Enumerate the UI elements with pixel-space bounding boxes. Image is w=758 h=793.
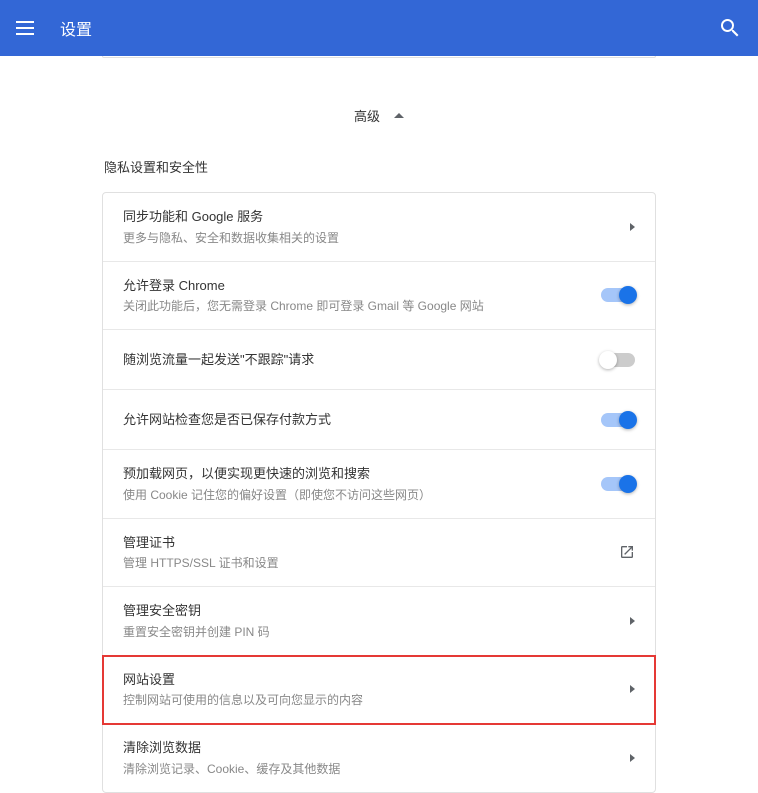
toggle-switch[interactable]	[601, 353, 635, 367]
row-title: 管理证书	[123, 533, 607, 553]
chevron-right-icon	[630, 617, 635, 625]
row-text: 管理安全密钥重置安全密钥并创建 PIN 码	[123, 601, 618, 641]
row-text: 清除浏览数据清除浏览记录、Cookie、缓存及其他数据	[123, 738, 618, 778]
row-text: 允许登录 Chrome关闭此功能后，您无需登录 Chrome 即可登录 Gmai…	[123, 276, 589, 316]
advanced-toggle[interactable]: 高级	[0, 106, 758, 125]
row-subtitle: 更多与隐私、安全和数据收集相关的设置	[123, 229, 618, 247]
row-subtitle: 清除浏览记录、Cookie、缓存及其他数据	[123, 760, 618, 778]
settings-row[interactable]: 网站设置控制网站可使用的信息以及可向您显示的内容	[103, 656, 655, 725]
content-area: 高级 隐私设置和安全性 同步功能和 Google 服务更多与隐私、安全和数据收集…	[0, 56, 758, 793]
toggle-switch[interactable]	[601, 288, 635, 302]
toggle-switch[interactable]	[601, 413, 635, 427]
advanced-label: 高级	[354, 106, 380, 125]
settings-row[interactable]: 允许网站检查您是否已保存付款方式	[103, 390, 655, 450]
settings-row[interactable]: 管理证书管理 HTTPS/SSL 证书和设置	[103, 519, 655, 588]
row-text: 同步功能和 Google 服务更多与隐私、安全和数据收集相关的设置	[123, 207, 618, 247]
chevron-right-icon	[630, 223, 635, 231]
app-header: 设置	[0, 0, 758, 56]
privacy-section: 隐私设置和安全性 同步功能和 Google 服务更多与隐私、安全和数据收集相关的…	[102, 157, 656, 793]
search-icon[interactable]	[718, 16, 742, 40]
toggle-switch[interactable]	[601, 477, 635, 491]
row-text: 管理证书管理 HTTPS/SSL 证书和设置	[123, 533, 607, 573]
page-title: 设置	[60, 16, 718, 40]
chevron-right-icon	[630, 754, 635, 762]
row-title: 随浏览流量一起发送"不跟踪"请求	[123, 350, 589, 370]
row-title: 预加载网页，以便实现更快速的浏览和搜索	[123, 464, 589, 484]
previous-card-edge	[102, 56, 656, 58]
settings-row[interactable]: 随浏览流量一起发送"不跟踪"请求	[103, 330, 655, 390]
settings-row[interactable]: 清除浏览数据清除浏览记录、Cookie、缓存及其他数据	[103, 724, 655, 792]
row-title: 允许登录 Chrome	[123, 276, 589, 296]
menu-icon[interactable]	[16, 16, 40, 40]
row-text: 允许网站检查您是否已保存付款方式	[123, 410, 589, 430]
row-subtitle: 关闭此功能后，您无需登录 Chrome 即可登录 Gmail 等 Google …	[123, 297, 589, 315]
row-title: 同步功能和 Google 服务	[123, 207, 618, 227]
row-subtitle: 管理 HTTPS/SSL 证书和设置	[123, 554, 607, 572]
row-text: 随浏览流量一起发送"不跟踪"请求	[123, 350, 589, 370]
row-text: 网站设置控制网站可使用的信息以及可向您显示的内容	[123, 670, 618, 710]
section-title: 隐私设置和安全性	[102, 157, 656, 176]
row-subtitle: 使用 Cookie 记住您的偏好设置（即使您不访问这些网页）	[123, 486, 589, 504]
row-title: 清除浏览数据	[123, 738, 618, 758]
row-subtitle: 重置安全密钥并创建 PIN 码	[123, 623, 618, 641]
chevron-right-icon	[630, 685, 635, 693]
row-title: 管理安全密钥	[123, 601, 618, 621]
row-subtitle: 控制网站可使用的信息以及可向您显示的内容	[123, 691, 618, 709]
row-text: 预加载网页，以便实现更快速的浏览和搜索使用 Cookie 记住您的偏好设置（即使…	[123, 464, 589, 504]
settings-list: 同步功能和 Google 服务更多与隐私、安全和数据收集相关的设置允许登录 Ch…	[102, 192, 656, 793]
row-title: 网站设置	[123, 670, 618, 690]
settings-row[interactable]: 预加载网页，以便实现更快速的浏览和搜索使用 Cookie 记住您的偏好设置（即使…	[103, 450, 655, 519]
settings-row[interactable]: 管理安全密钥重置安全密钥并创建 PIN 码	[103, 587, 655, 656]
row-title: 允许网站检查您是否已保存付款方式	[123, 410, 589, 430]
settings-row[interactable]: 允许登录 Chrome关闭此功能后，您无需登录 Chrome 即可登录 Gmai…	[103, 262, 655, 331]
caret-up-icon	[394, 113, 404, 118]
launch-icon	[619, 544, 635, 560]
settings-row[interactable]: 同步功能和 Google 服务更多与隐私、安全和数据收集相关的设置	[103, 193, 655, 262]
